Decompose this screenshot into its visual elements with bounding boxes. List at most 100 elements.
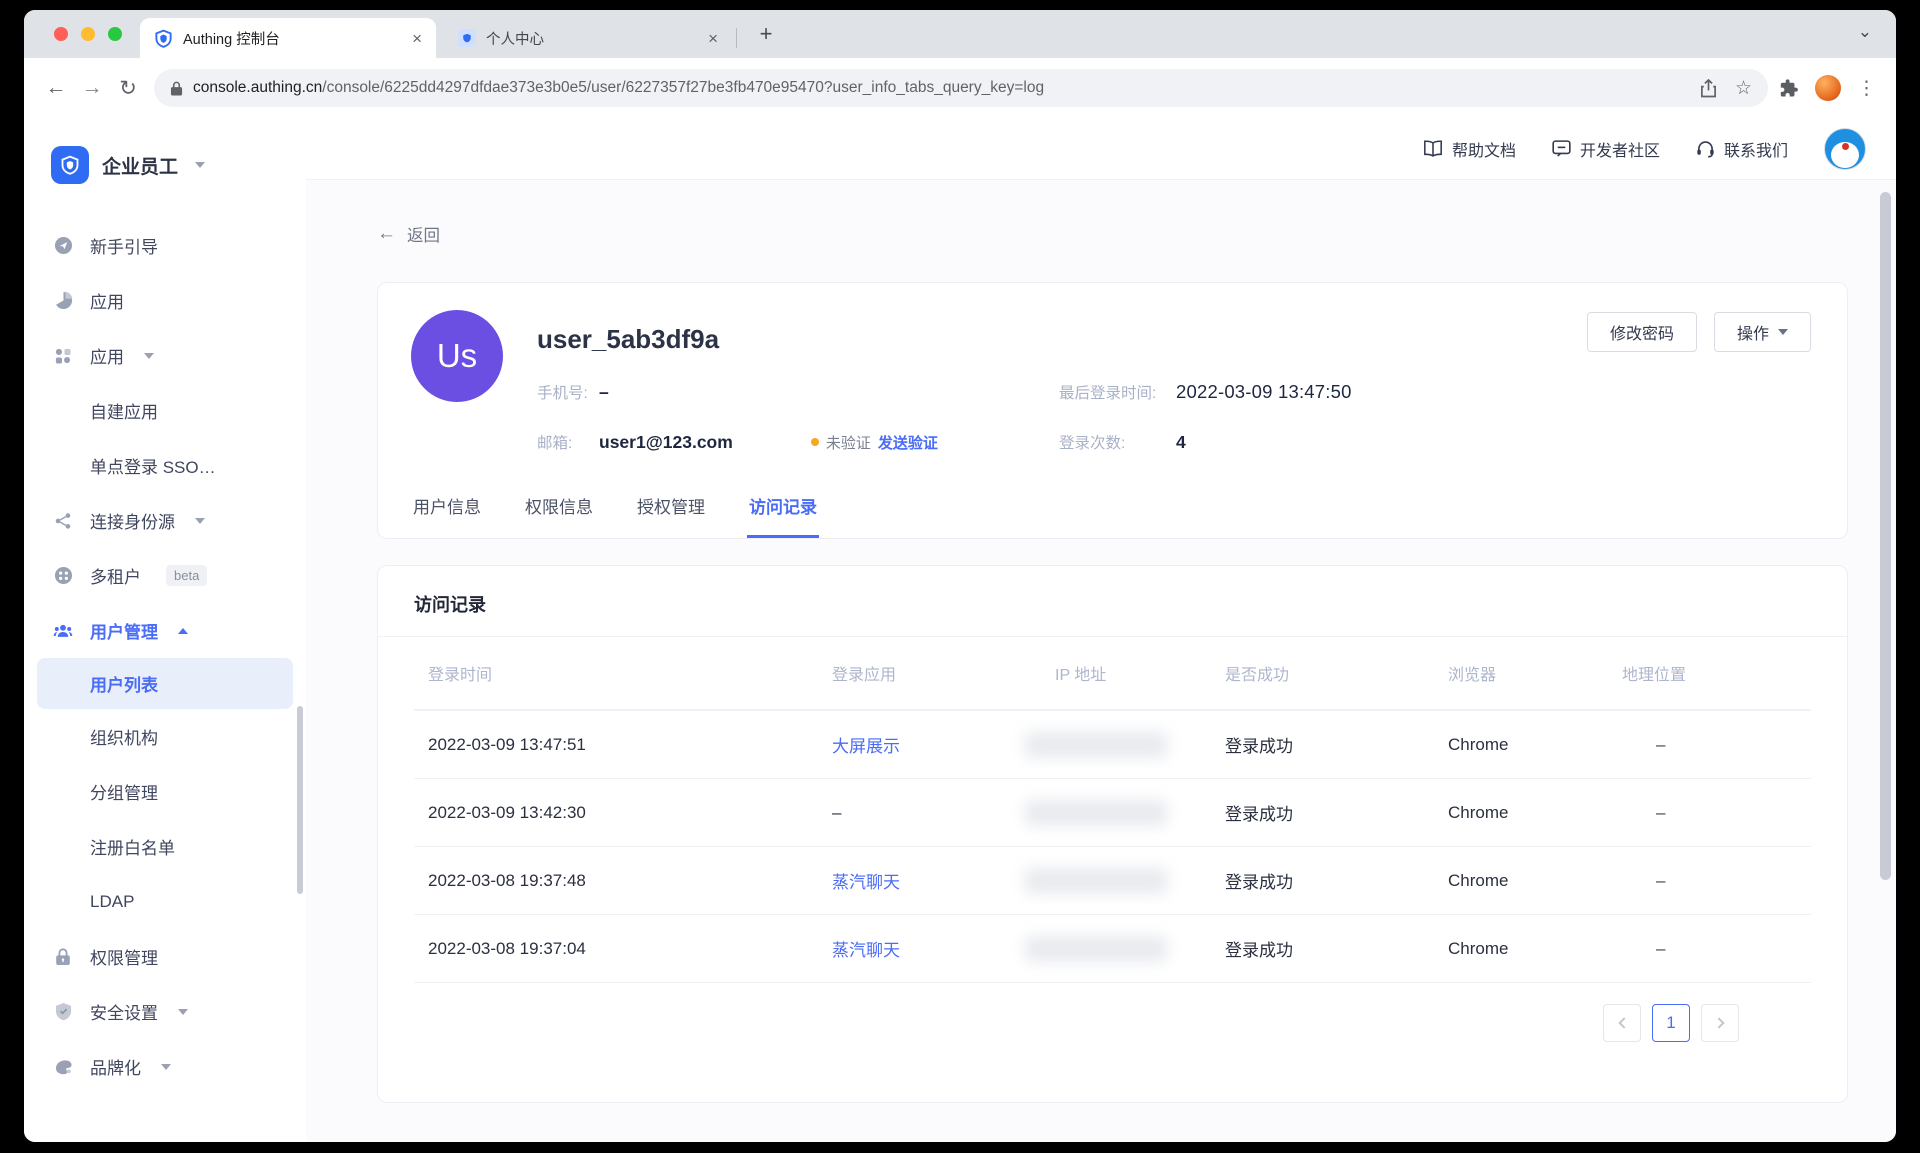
sidebar-item-identity-sources[interactable]: 连接身份源 (24, 493, 306, 548)
tab-personal-center[interactable]: 个人中心 × (444, 18, 732, 58)
close-tab-icon[interactable]: × (708, 30, 718, 47)
help-docs-link[interactable]: 帮助文档 (1423, 137, 1516, 161)
sidebar-item-guide[interactable]: 新手引导 (24, 218, 306, 273)
geo-cell: – (1622, 871, 1811, 891)
tab-authing-console[interactable]: Authing 控制台 × (140, 18, 436, 58)
sidebar-item-multi-tenant[interactable]: 多租户 beta (24, 548, 306, 603)
close-tab-icon[interactable]: × (412, 30, 422, 47)
tab-title: 个人中心 (486, 28, 698, 49)
column-header: 登录时间 (414, 661, 832, 685)
tab-authorization[interactable]: 授权管理 (635, 483, 707, 538)
caret-down-icon (144, 353, 154, 359)
sidebar-item-branding[interactable]: 品牌化 (24, 1039, 306, 1094)
table-row: 2022-03-09 13:42:30 – 登录成功 Chrome – (414, 779, 1811, 847)
apps-grid-icon (52, 347, 74, 365)
shield-check-icon (52, 1002, 74, 1021)
address-bar[interactable]: console.authing.cn/console/6225dd4297dfd… (154, 69, 1768, 107)
header-link-label: 帮助文档 (1452, 137, 1516, 161)
sidebar-item-apps[interactable]: 应用 (24, 328, 306, 383)
minimize-window-button[interactable] (81, 27, 95, 41)
tab-separator (736, 28, 737, 48)
chevron-down-icon (195, 162, 205, 168)
login-status-cell: 登录成功 (1225, 868, 1448, 893)
browser-profile-avatar[interactable] (1815, 75, 1841, 101)
login-count-label: 登录次数: (1059, 431, 1176, 453)
sidebar-item-ldap[interactable]: LDAP (24, 874, 306, 929)
sidebar-item-sso[interactable]: 单点登录 SSO… (24, 438, 306, 493)
ip-redacted-cell (1055, 732, 1225, 758)
sidebar: 企业员工 新手引导 应用 应用 (24, 118, 306, 1142)
reload-button[interactable]: ↻ (110, 70, 146, 106)
actions-dropdown-button[interactable]: 操作 (1714, 312, 1811, 352)
sidebar-item-security-settings[interactable]: 安全设置 (24, 984, 306, 1039)
tab-access-log[interactable]: 访问记录 (747, 483, 819, 538)
close-window-button[interactable] (54, 27, 68, 41)
sidebar-item-label: 多租户 (90, 563, 141, 588)
new-tab-button[interactable]: + (752, 20, 780, 48)
sidebar-item-label: 组织机构 (90, 724, 158, 749)
content-scrollbar[interactable] (1880, 192, 1891, 880)
sidebar-item-self-built-apps[interactable]: 自建应用 (24, 383, 306, 438)
next-page-button[interactable] (1701, 1004, 1739, 1042)
bookmark-star-icon[interactable]: ☆ (1735, 77, 1752, 100)
sidebar-scrollbar[interactable] (297, 706, 303, 894)
tenant-icon (52, 566, 74, 585)
forward-button[interactable]: → (74, 70, 110, 106)
back-label: 返回 (407, 222, 440, 246)
sidebar-item-label: 分组管理 (90, 779, 158, 804)
email-value: user1@123.com (599, 432, 733, 453)
email-status: 未验证 (826, 432, 871, 453)
sidebar-item-org-structure[interactable]: 组织机构 (24, 709, 306, 764)
workspace-switcher[interactable]: 企业员工 (24, 118, 306, 204)
sidebar-item-label: 新手引导 (90, 233, 158, 258)
sidebar-item-user-list[interactable]: 用户列表 (37, 658, 293, 709)
sidebar-item-label: 自建应用 (90, 398, 158, 423)
back-button[interactable]: ← (38, 70, 74, 106)
window-controls (54, 27, 122, 41)
phone-label: 手机号: (537, 381, 599, 403)
change-password-label: 修改密码 (1610, 320, 1674, 344)
developer-community-link[interactable]: 开发者社区 (1552, 137, 1660, 161)
account-avatar[interactable] (1824, 128, 1866, 170)
sidebar-item-registration-whitelist[interactable]: 注册白名单 (24, 819, 306, 874)
login-app-link[interactable]: 蒸汽聊天 (832, 868, 1055, 893)
redacted-ip-blur (1025, 732, 1167, 758)
personal-center-favicon (458, 29, 476, 47)
tab-strip: Authing 控制台 × 个人中心 × + ⌄ (24, 10, 1896, 58)
page-number-button[interactable]: 1 (1652, 1004, 1690, 1042)
change-password-button[interactable]: 修改密码 (1587, 312, 1697, 352)
actions-label: 操作 (1737, 320, 1769, 344)
contact-us-link[interactable]: 联系我们 (1696, 137, 1788, 161)
browser-toolbar: ← → ↻ console.authing.cn/console/6225dd4… (24, 58, 1896, 118)
prev-page-button[interactable] (1603, 1004, 1641, 1042)
login-app-link[interactable]: 大屏展示 (832, 732, 1055, 757)
login-status-cell: 登录成功 (1225, 936, 1448, 961)
book-icon (1423, 140, 1443, 157)
login-time-cell: 2022-03-08 19:37:48 (414, 871, 832, 891)
sidebar-item-group-management[interactable]: 分组管理 (24, 764, 306, 819)
zoom-window-button[interactable] (108, 27, 122, 41)
tab-permission-info[interactable]: 权限信息 (523, 483, 595, 538)
pagination: 1 (378, 983, 1847, 1102)
extensions-puzzle-icon[interactable] (1778, 78, 1799, 99)
browser-menu-icon[interactable]: ⋮ (1857, 77, 1876, 100)
sidebar-item-permission-management[interactable]: 权限管理 (24, 929, 306, 984)
login-count-value: 4 (1176, 432, 1186, 453)
sidebar-item-label: 应用 (90, 288, 124, 313)
login-time-cell: 2022-03-09 13:42:30 (414, 803, 832, 823)
sidebar-item-label: LDAP (90, 892, 134, 912)
send-verification-link[interactable]: 发送验证 (878, 432, 938, 453)
table-header-row: 登录时间 登录应用 IP 地址 是否成功 浏览器 地理位置 (414, 637, 1811, 711)
page-content: ← 返回 修改密码 操作 Us user_5ab3df9a (306, 180, 1896, 1142)
login-app-link[interactable]: 蒸汽聊天 (832, 936, 1055, 961)
share-icon[interactable] (1700, 79, 1717, 98)
tab-user-info[interactable]: 用户信息 (411, 483, 483, 538)
email-label: 邮箱: (537, 431, 599, 453)
user-profile-card: 修改密码 操作 Us user_5ab3df9a 手机号: – (377, 282, 1848, 539)
top-header: 帮助文档 开发者社区 联系我们 (306, 118, 1896, 180)
paint-brush-icon (52, 1058, 74, 1075)
ip-redacted-cell (1055, 936, 1225, 962)
sidebar-item-user-management[interactable]: 用户管理 (24, 603, 306, 658)
tab-search-chevron-icon[interactable]: ⌄ (1858, 22, 1872, 42)
back-link[interactable]: ← 返回 (377, 222, 467, 246)
